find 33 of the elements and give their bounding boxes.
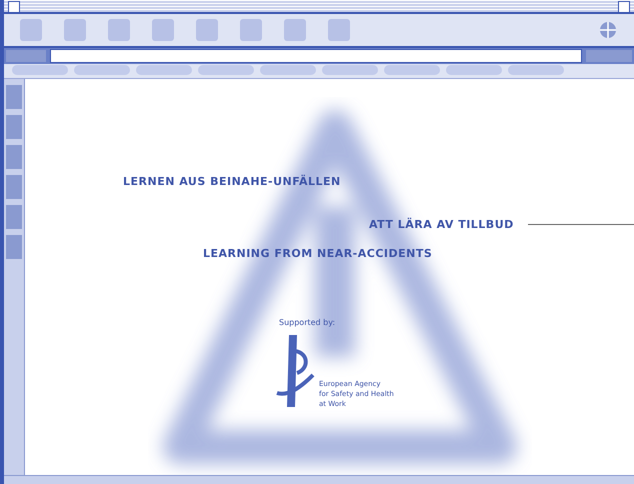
go-button[interactable] — [586, 50, 632, 62]
toolbar-button[interactable] — [240, 19, 262, 41]
heading: ATT LÄRA AV TILLBUD — [369, 218, 514, 231]
favorite-link[interactable] — [74, 65, 130, 75]
supported-by-label: Supported by: — [279, 318, 336, 327]
favorite-link[interactable] — [12, 65, 68, 75]
favorite-link[interactable] — [322, 65, 378, 75]
favorite-link[interactable] — [384, 65, 440, 75]
sidebar-tab[interactable] — [6, 175, 22, 199]
toolbar-button[interactable] — [108, 19, 130, 41]
heading: LEARNING FROM NEAR-ACCIDENTS — [203, 247, 432, 260]
favorite-link[interactable] — [446, 65, 502, 75]
globe-icon — [598, 20, 618, 40]
toolbar-button[interactable] — [20, 19, 42, 41]
favorite-link[interactable] — [260, 65, 316, 75]
sidebar-tab[interactable] — [6, 85, 22, 109]
address-label[interactable] — [6, 50, 46, 62]
toolbar-button[interactable] — [152, 19, 174, 41]
favorite-link[interactable] — [198, 65, 254, 75]
heading: LERNEN AUS BEINAHE-UNFÄLLEN — [123, 175, 341, 188]
toolbar-button[interactable] — [64, 19, 86, 41]
sidebar-tab[interactable] — [6, 115, 22, 139]
sidebar-tab[interactable] — [6, 235, 22, 259]
favorite-link[interactable] — [136, 65, 192, 75]
window-resize-button[interactable] — [618, 1, 630, 13]
favorite-link[interactable] — [508, 65, 564, 75]
sidebar-tab[interactable] — [6, 145, 22, 169]
sidebar-tab[interactable] — [6, 205, 22, 229]
window-menu-button[interactable] — [8, 1, 20, 13]
address-field[interactable] — [50, 49, 582, 63]
toolbar-button[interactable] — [284, 19, 306, 41]
toolbar-button[interactable] — [196, 19, 218, 41]
toolbar-button[interactable] — [328, 19, 350, 41]
